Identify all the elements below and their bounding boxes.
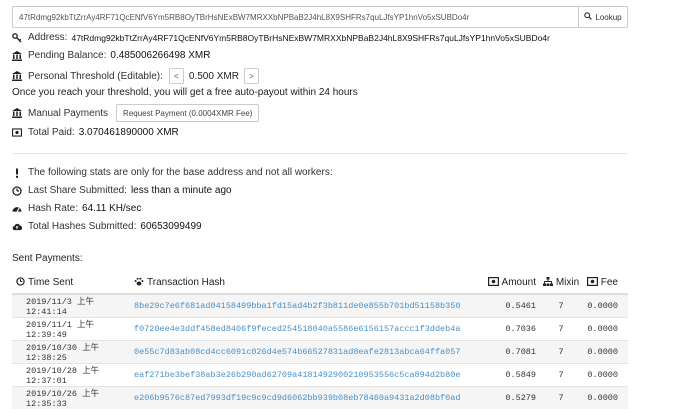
payments-header-row: Time Sent Transaction Hash Amount Mixin <box>12 272 628 294</box>
hash-rate-value: 64.11 KH/sec <box>82 203 141 214</box>
payment-fee: 0.0000 <box>582 318 628 341</box>
payment-fee: 0.0000 <box>582 341 628 364</box>
money-icon <box>587 277 598 289</box>
table-row: 2019/10/26 上午12:35:33 e206b9576c87ed7993… <box>12 387 628 409</box>
total-hashes-value: 60653099499 <box>140 221 201 232</box>
payment-time: 2019/10/28 上午12:37:01 <box>12 364 130 387</box>
sent-payments-title: Sent Payments: <box>12 253 83 264</box>
table-row: 2019/10/30 上午12:38:25 0e55c7d83ab08cd4cc… <box>12 341 628 364</box>
threshold-label: Personal Threshold (Editable): <box>28 71 163 82</box>
header-mixin-label: Mixin <box>556 277 579 288</box>
payment-amount: 0.5849 <box>478 364 536 387</box>
money-icon <box>12 128 22 138</box>
sitemap-icon <box>543 277 553 289</box>
payment-amount: 0.7036 <box>478 318 536 341</box>
payment-time: 2019/11/3 上午12:41:14 <box>12 294 130 318</box>
payment-hash-link[interactable]: e206b9576c87ed7993df19c9c9cd9d6062bb939b… <box>130 387 478 409</box>
address-value: 47tRdmg92kbTtZrrAy4RF71QcENfV6Ym5RB8OyTB… <box>71 33 549 43</box>
total-hashes-row: Total Hashes Submitted: 60653099499 <box>12 221 202 232</box>
payment-amount: 0.5461 <box>478 294 536 318</box>
payment-mixin: 7 <box>536 294 582 318</box>
header-transaction-hash[interactable]: Transaction Hash <box>130 272 478 294</box>
manual-payments-row: Manual Payments Request Payment (0.0004X… <box>12 104 259 122</box>
total-paid-value: 3.070461890000 XMR <box>79 127 179 138</box>
payment-hash-link[interactable]: 8be29c7e6f681ad04158499bba1fd15ad4b2f3b8… <box>130 294 478 318</box>
base-stats-notice: The following stats are only for the bas… <box>28 167 333 178</box>
header-time-sent-label: Time Sent <box>28 277 73 288</box>
bank-icon <box>12 71 22 81</box>
threshold-decrease-button[interactable]: < <box>169 68 184 84</box>
pending-balance-value: 0.485006266498 XMR <box>110 50 210 61</box>
last-share-label: Last Share Submitted: <box>28 185 127 196</box>
lookup-button[interactable]: Lookup <box>578 6 628 28</box>
lookup-bar: Lookup <box>12 6 628 28</box>
paw-icon <box>134 277 144 289</box>
address-row: Address: 47tRdmg92kbTtZrrAy4RF71QcENfV6Y… <box>12 32 550 43</box>
payment-time: 2019/11/1 上午12:39:49 <box>12 318 130 341</box>
total-hashes-label: Total Hashes Submitted: <box>28 221 136 232</box>
address-label: Address: <box>28 32 67 43</box>
clock-icon <box>12 186 22 196</box>
request-payment-button[interactable]: Request Payment (0.0004XMR Fee) <box>116 104 259 122</box>
payment-hash-link[interactable]: 0e55c7d83ab08cd4cc6091c026d4e574b6652783… <box>130 341 478 364</box>
hash-rate-row: Hash Rate: 64.11 KH/sec <box>12 203 141 214</box>
last-share-value: less than a minute ago <box>131 185 232 196</box>
table-row: 2019/10/28 上午12:37:01 eaf271be3bef38ab3e… <box>12 364 628 387</box>
payments-table: Time Sent Transaction Hash Amount Mixin <box>12 272 628 409</box>
last-share-row: Last Share Submitted: less than a minute… <box>12 185 232 196</box>
header-fee-label: Fee <box>601 277 618 288</box>
bank-icon <box>12 108 22 118</box>
total-paid-row: Total Paid: 3.070461890000 XMR <box>12 127 179 138</box>
bank-icon <box>12 51 22 61</box>
payment-time: 2019/10/26 上午12:35:33 <box>12 387 130 409</box>
table-row: 2019/11/1 上午12:39:49 f0720ee4e3ddf458ed8… <box>12 318 628 341</box>
threshold-value: 0.500 XMR <box>189 71 239 82</box>
header-fee[interactable]: Fee <box>582 272 628 294</box>
section-divider <box>12 153 628 154</box>
pending-balance-row: Pending Balance: 0.485006266498 XMR <box>12 50 210 61</box>
payment-mixin: 7 <box>536 318 582 341</box>
payment-mixin: 7 <box>536 341 582 364</box>
payment-mixin: 7 <box>536 387 582 409</box>
clock-icon <box>16 277 25 289</box>
search-icon <box>584 12 592 22</box>
payment-hash-link[interactable]: eaf271be3bef38ab3e26b290ad62709a41814929… <box>130 364 478 387</box>
threshold-note: Once you reach your threshold, you will … <box>12 87 358 98</box>
address-lookup-input[interactable] <box>12 6 578 28</box>
header-amount[interactable]: Amount <box>478 272 536 294</box>
header-time-sent[interactable]: Time Sent <box>12 272 130 294</box>
money-icon <box>488 277 499 289</box>
table-row: 2019/11/3 上午12:41:14 8be29c7e6f681ad0415… <box>12 294 628 318</box>
payment-amount: 0.7081 <box>478 341 536 364</box>
header-mixin[interactable]: Mixin <box>536 272 582 294</box>
payment-hash-link[interactable]: f0720ee4e3ddf458ed8406f9feced254518040a5… <box>130 318 478 341</box>
pending-balance-label: Pending Balance: <box>28 50 106 61</box>
cloud-upload-icon <box>12 222 22 232</box>
total-paid-label: Total Paid: <box>28 127 75 138</box>
threshold-increase-button[interactable]: > <box>244 68 259 84</box>
dashboard-icon <box>12 204 22 214</box>
payment-mixin: 7 <box>536 364 582 387</box>
payment-amount: 0.5279 <box>478 387 536 409</box>
manual-payments-label: Manual Payments <box>28 108 108 119</box>
payment-fee: 0.0000 <box>582 364 628 387</box>
key-icon <box>12 33 22 43</box>
exclamation-icon <box>12 168 22 178</box>
threshold-row: Personal Threshold (Editable): < 0.500 X… <box>12 67 259 85</box>
base-stats-notice-row: The following stats are only for the bas… <box>12 167 335 178</box>
payment-fee: 0.0000 <box>582 387 628 409</box>
payment-fee: 0.0000 <box>582 294 628 318</box>
lookup-button-label: Lookup <box>595 13 621 22</box>
header-amount-label: Amount <box>502 277 536 288</box>
payment-time: 2019/10/30 上午12:38:25 <box>12 341 130 364</box>
header-transaction-hash-label: Transaction Hash <box>147 277 225 288</box>
hash-rate-label: Hash Rate: <box>28 203 78 214</box>
